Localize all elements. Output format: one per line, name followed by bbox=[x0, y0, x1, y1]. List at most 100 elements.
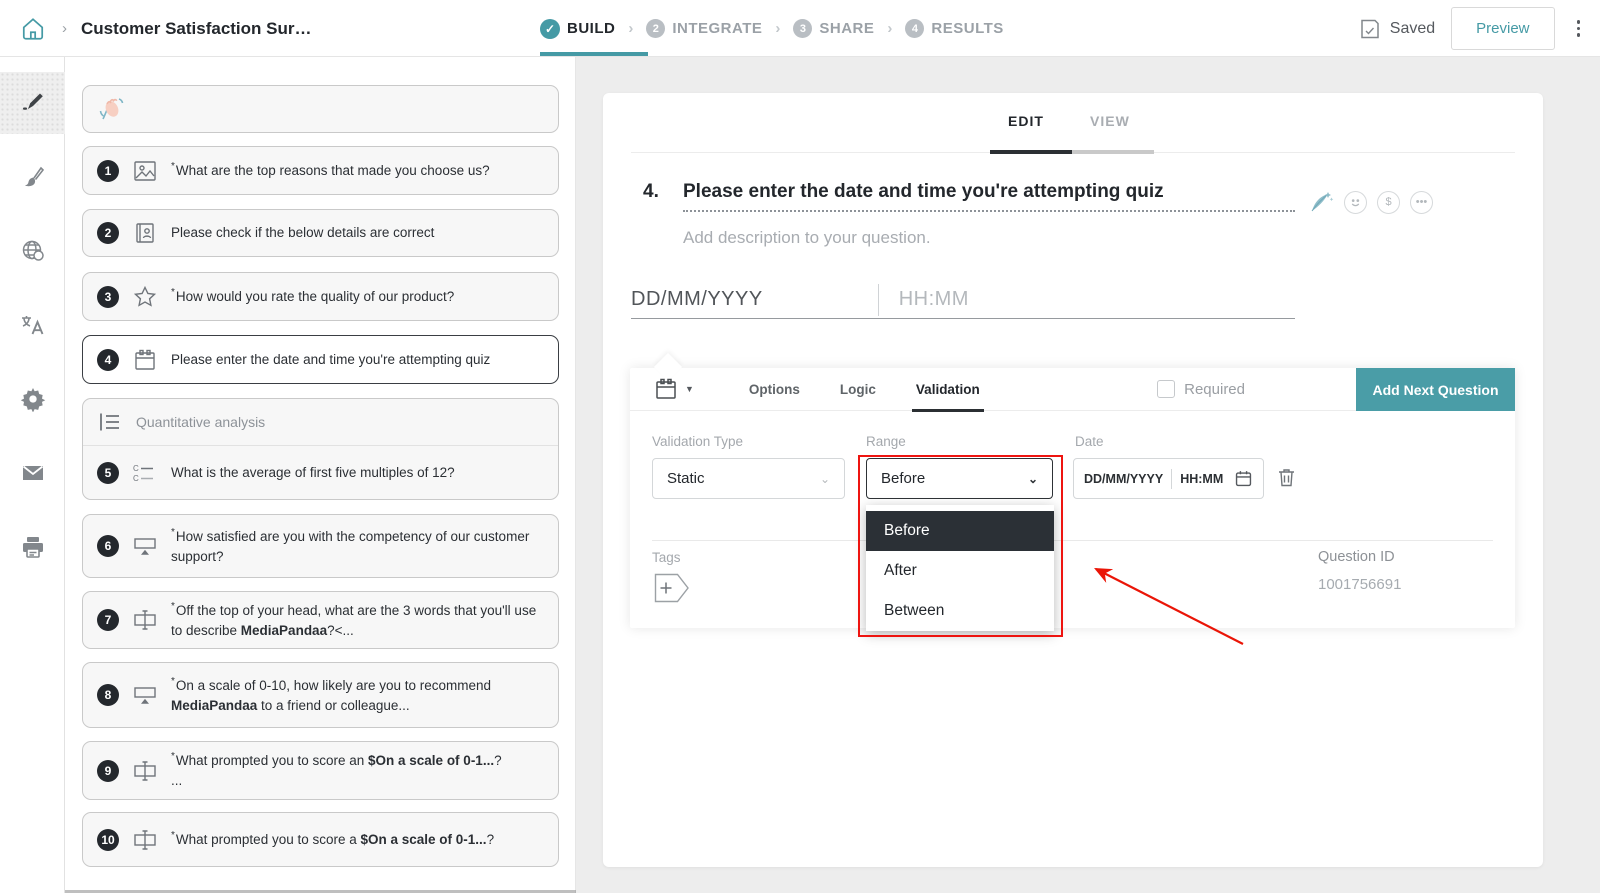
question-list-panel: 1 *What are the top reasons that made yo… bbox=[65, 57, 576, 893]
chevron-down-icon: ⌄ bbox=[820, 472, 830, 486]
more-options-icon[interactable] bbox=[1571, 14, 1587, 43]
tool-sidebar bbox=[0, 57, 65, 893]
step-integrate[interactable]: 2 INTEGRATE bbox=[646, 19, 762, 38]
textbox-icon bbox=[132, 609, 158, 631]
add-next-question-button[interactable]: Add Next Question bbox=[1356, 368, 1515, 411]
sidebar-item-publish[interactable] bbox=[0, 220, 65, 282]
mail-icon bbox=[20, 460, 46, 486]
step-build[interactable]: ✓ BUILD bbox=[540, 19, 615, 39]
datetime-answer-field[interactable]: DD/MM/YYYY HH:MM bbox=[631, 281, 1295, 319]
validation-date-field[interactable]: DD/MM/YYYY HH:MM bbox=[1073, 458, 1264, 499]
range-select[interactable]: Before ⌄ bbox=[866, 458, 1053, 499]
section-header[interactable]: Quantitative analysis bbox=[83, 399, 558, 446]
preview-button[interactable]: Preview bbox=[1451, 7, 1554, 50]
title-dotted-underline bbox=[683, 210, 1295, 212]
dropdown-option-after[interactable]: After bbox=[866, 551, 1054, 591]
save-status: Saved bbox=[1358, 17, 1435, 41]
survey-title: Customer Satisfaction Sur… bbox=[81, 19, 312, 39]
gear-icon bbox=[20, 386, 46, 412]
delete-validation-icon[interactable] bbox=[1278, 468, 1295, 487]
question-properties-panel: ▼ Options Logic Validation Required Add … bbox=[630, 368, 1515, 628]
svg-text:C: C bbox=[133, 474, 139, 483]
step-separator-icon: › bbox=[775, 20, 780, 37]
sidebar-item-email[interactable] bbox=[0, 442, 65, 504]
breadcrumb-chevron-icon: › bbox=[62, 20, 67, 37]
pencil-icon bbox=[20, 90, 46, 116]
question-item-6[interactable]: 6 *How satisfied are you with the compet… bbox=[82, 514, 559, 578]
chevron-down-icon: ⌄ bbox=[1028, 472, 1038, 486]
tab-edit[interactable]: EDIT bbox=[1008, 113, 1044, 129]
active-step-underline bbox=[540, 52, 648, 56]
add-tag-button[interactable] bbox=[654, 573, 690, 603]
image-icon bbox=[132, 160, 158, 182]
check-icon: ✓ bbox=[540, 19, 560, 39]
validation-type-label: Validation Type bbox=[652, 434, 743, 449]
question-id-value: 1001756691 bbox=[1318, 576, 1401, 593]
tab-view[interactable]: VIEW bbox=[1090, 113, 1130, 129]
question-item-5[interactable]: 5 C C What is the average of first five … bbox=[83, 446, 558, 500]
tab-logic[interactable]: Logic bbox=[840, 368, 876, 411]
question-title[interactable]: Please enter the date and time you're at… bbox=[683, 181, 1164, 203]
chevron-down-icon: ▼ bbox=[685, 384, 694, 394]
survey-builder-app: › Customer Satisfaction Sur… ✓ BUILD › 2… bbox=[0, 0, 1600, 893]
contact-card-icon bbox=[132, 222, 158, 244]
calendar-icon bbox=[655, 378, 677, 400]
question-number: 4. bbox=[643, 181, 659, 203]
question-item-4[interactable]: 4 Please enter the date and time you're … bbox=[82, 335, 559, 384]
globe-icon bbox=[20, 238, 46, 264]
ai-feather-icon[interactable] bbox=[1308, 189, 1334, 215]
dropdown-option-between[interactable]: Between bbox=[866, 591, 1054, 631]
section-list-icon bbox=[97, 412, 123, 432]
question-item-1[interactable]: 1 *What are the top reasons that made yo… bbox=[82, 146, 559, 195]
translate-icon bbox=[19, 312, 47, 338]
sidebar-item-editor[interactable] bbox=[0, 72, 65, 134]
question-item-7[interactable]: 7 *Off the top of your head, what are th… bbox=[82, 591, 559, 649]
required-toggle[interactable]: Required bbox=[1157, 380, 1245, 398]
question-item-8[interactable]: 8 *On a scale of 0-10, how likely are yo… bbox=[82, 662, 559, 728]
more-actions-icon[interactable]: ••• bbox=[1410, 191, 1433, 214]
date-placeholder[interactable]: DD/MM/YYYY bbox=[631, 288, 763, 311]
question-item-10[interactable]: 10 *What prompted you to score a $On a s… bbox=[82, 812, 559, 867]
emoji-icon[interactable] bbox=[1344, 191, 1367, 214]
step-separator-icon: › bbox=[628, 20, 633, 37]
slider-icon bbox=[132, 536, 158, 556]
sidebar-item-translate[interactable] bbox=[0, 294, 65, 356]
range-label: Range bbox=[866, 434, 906, 449]
fill-blank-icon: C C bbox=[132, 463, 158, 483]
step-share[interactable]: 3 SHARE bbox=[793, 19, 874, 38]
slider-icon bbox=[132, 685, 158, 705]
section-card: Quantitative analysis 5 C C What is the … bbox=[82, 398, 559, 500]
question-item-2[interactable]: 2 Please check if the below details are … bbox=[82, 209, 559, 257]
welcome-card[interactable] bbox=[82, 85, 559, 133]
properties-toolbar: ▼ Options Logic Validation Required Add … bbox=[630, 368, 1515, 411]
currency-icon[interactable]: $ bbox=[1377, 191, 1400, 214]
dropdown-option-before[interactable]: Before bbox=[866, 511, 1054, 551]
step-results[interactable]: 4 RESULTS bbox=[905, 19, 1003, 38]
required-checkbox[interactable] bbox=[1157, 380, 1175, 398]
section-label: Quantitative analysis bbox=[136, 414, 265, 430]
edit-view-tabs: EDIT VIEW bbox=[603, 93, 1543, 152]
calendar-icon bbox=[1235, 470, 1252, 487]
calendar-icon bbox=[132, 349, 158, 371]
sidebar-item-settings[interactable] bbox=[0, 368, 65, 430]
printer-icon bbox=[20, 534, 46, 560]
tags-label: Tags bbox=[652, 550, 681, 565]
question-item-9[interactable]: 9 *What prompted you to score an $On a s… bbox=[82, 741, 559, 800]
tab-validation[interactable]: Validation bbox=[916, 368, 980, 411]
svg-text:C: C bbox=[133, 464, 139, 473]
time-placeholder[interactable]: HH:MM bbox=[899, 288, 969, 311]
tab-options[interactable]: Options bbox=[749, 368, 800, 411]
textbox-icon bbox=[132, 829, 158, 851]
sidebar-item-print[interactable] bbox=[0, 516, 65, 578]
home-icon[interactable] bbox=[18, 14, 48, 44]
question-type-selector[interactable]: ▼ bbox=[655, 378, 694, 400]
question-item-3[interactable]: 3 *How would you rate the quality of our… bbox=[82, 272, 559, 321]
build-stepper: ✓ BUILD › 2 INTEGRATE › 3 SHARE › 4 RESU… bbox=[540, 0, 1004, 57]
top-header: › Customer Satisfaction Sur… ✓ BUILD › 2… bbox=[0, 0, 1600, 57]
validation-type-select[interactable]: Static ⌄ bbox=[652, 458, 845, 499]
saved-label: Saved bbox=[1390, 20, 1435, 38]
sidebar-item-themes[interactable] bbox=[0, 146, 65, 208]
paintbrush-icon bbox=[20, 164, 46, 190]
textbox-icon bbox=[132, 760, 158, 782]
description-placeholder[interactable]: Add description to your question. bbox=[683, 228, 931, 248]
